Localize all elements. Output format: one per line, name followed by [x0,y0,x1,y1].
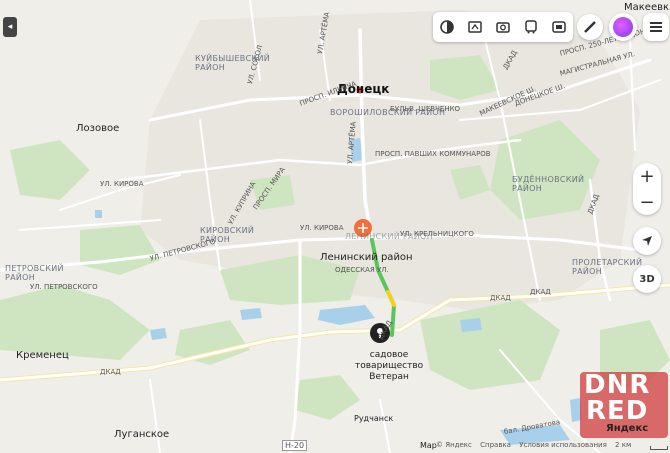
menu-button[interactable] [643,13,669,41]
destination-label-line3: Ветеран [369,372,409,382]
destination-label-line2: товарищество [355,361,424,371]
district-label-leninsky: Ленинский район [320,252,413,263]
scale-bar [650,446,668,450]
layers-icon[interactable] [436,16,458,38]
panorama-icon[interactable] [464,16,486,38]
city-label-luganskoe: Луганское [114,429,170,440]
watermark-line2: RED [586,396,649,426]
user-avatar-button[interactable] [609,13,637,41]
street-dkad-1: ДКАД [100,368,121,376]
menu-icon [650,22,662,32]
city-label-makeevka: Макеевк [624,2,670,13]
street-kirova-2: УЛ. КИРОВА [300,224,344,232]
street-dkad-3: ДКАД [530,288,551,296]
street-pavshih: ПРОСП. ПАВШИХ КОММУНАРОВ [375,150,491,158]
district-label-kuibyshev: КУЙБЫШЕВСКИЙ РАЙОН [195,54,271,72]
destination-label: садовое товарищество Ветеран [355,350,423,383]
district-label-petrov: ПЕТРОВСКИЙ РАЙОН [5,264,64,282]
collapse-panel-button[interactable]: ◂ [3,17,17,37]
zoom-in-button[interactable]: + [633,163,661,189]
avatar [613,17,633,37]
help-link[interactable]: Справка [480,441,511,449]
ruler-icon [584,21,596,33]
transit-icon[interactable] [520,16,542,38]
zoom-control: + − [633,163,661,215]
destination-label-line1: садовое [369,350,409,360]
street-odessk: ОДЕССКАЯ УЛ. [335,266,389,274]
layers-toolbar [433,12,573,42]
city-label-mar: Мар [420,441,437,450]
locate-button[interactable] [633,227,661,255]
district-label-budennov: БУДЁННОВСКИЙ РАЙОН [512,175,585,193]
yandex-logo: Яндекс [606,423,649,434]
camera-icon[interactable] [492,16,514,38]
city-label-rudchansk: Рудчанск [354,414,394,423]
terms-link[interactable]: Условия использования [519,441,607,449]
street-petrovskogo-2: УЛ. ПЕТРОВСКОГО [30,283,98,291]
three-d-button[interactable]: 3D [633,265,661,293]
ruler-button[interactable] [577,14,603,40]
street-dkad-2: ДКАД [490,294,511,302]
scale-label: 2 км [615,441,632,449]
street-shevchenko: БУЛЬВ. ШЕВЧЕНКО [390,105,461,113]
zoom-out-button[interactable]: − [633,189,661,215]
street-krelnik: УЛ. КРЕЛЬНИЦКОГО [400,230,474,238]
map-footer: © Яндекс Справка Условия использования 2… [436,441,637,449]
copyright-text: © Яндекс [436,441,472,449]
traffic-icon[interactable] [548,16,570,38]
city-label-kremenets: Кременец [16,350,69,361]
street-h20: Н-20 [282,440,308,451]
navigation-arrow-icon [642,236,652,246]
city-label-lozovoe: Лозовое [76,123,120,134]
street-kirova: УЛ. КИРОВА [100,180,144,188]
